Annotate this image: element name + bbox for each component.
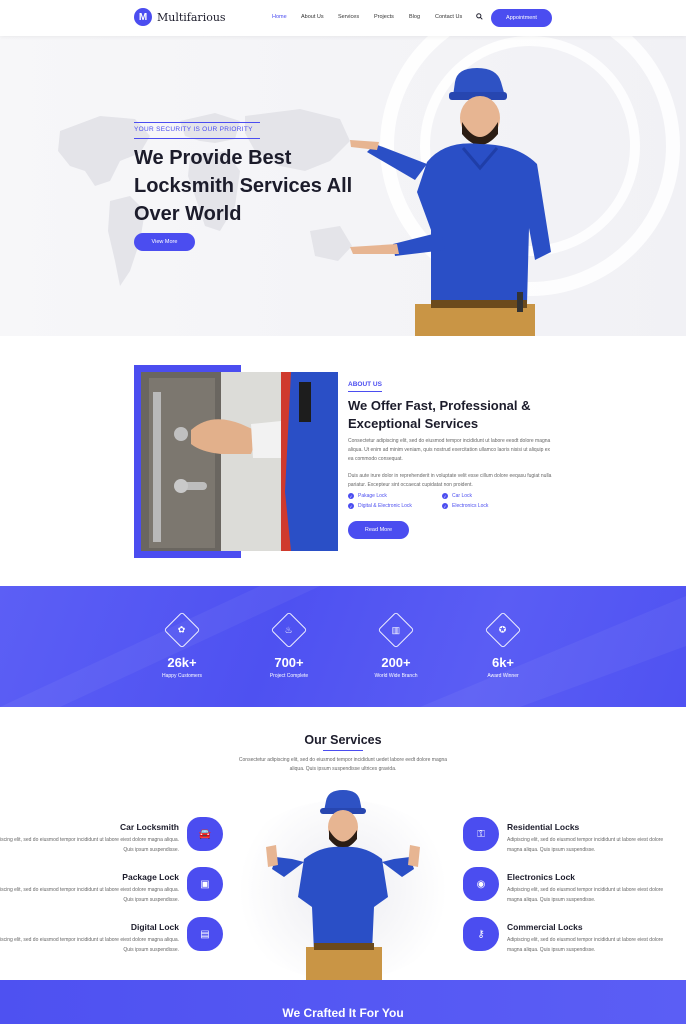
stat-label: Project Complete (269, 673, 309, 679)
view-more-button[interactable]: View More (134, 233, 195, 251)
package-icon: ▣ (187, 867, 223, 901)
car-icon: 🚘 (187, 817, 223, 851)
stat-world-wide-branch: ▥ 200+ World Wide Branch (351, 611, 441, 679)
check-label: Car Lock (452, 493, 473, 499)
locksmith-thumbs-up-image (266, 790, 420, 980)
check-label: Pakage Lock (358, 493, 387, 499)
check-label: Digital & Electronic Lock (358, 503, 412, 509)
check-icon: ✓ (348, 493, 354, 499)
stat-label: Award Winner (487, 673, 519, 679)
key-icon: ⚷ (463, 917, 499, 951)
hero-title: We Provide Best Locksmith Services All O… (134, 147, 353, 225)
stat-project-complete: ♨ 700+ Project Complete (244, 611, 334, 679)
hero-section: YOUR SECURITY IS OUR PRIORITY We Provide… (0, 36, 686, 336)
door-lock-photo (141, 372, 338, 551)
title-underline (323, 750, 363, 751)
stat-label: World Wide Branch (374, 673, 418, 679)
about-eyebrow: ABOUT US (348, 381, 382, 388)
stat-value: 26k+ (167, 655, 197, 670)
check-icon: ✓ (442, 503, 448, 509)
digital-lock-icon: ▤ (187, 917, 223, 951)
read-more-button[interactable]: Read More (348, 521, 409, 539)
service-car-locksmith[interactable]: Car Locksmith Adipiscing elit, sed do ei… (0, 822, 179, 855)
crafted-title: We Crafted It For You (282, 1006, 404, 1020)
check-item: ✓ Electronics Lock (442, 503, 542, 509)
logo[interactable]: M Multifarious (134, 8, 226, 26)
search-icon[interactable] (476, 13, 483, 20)
service-title: Electronics Lock (507, 872, 576, 882)
service-residential-locks[interactable]: Residential Locks Adipiscing elit, sed d… (507, 822, 667, 855)
about-paragraph: Duis aute irure dolor in reprehenderit i… (348, 473, 552, 488)
check-item: ✓ Pakage Lock (348, 493, 442, 499)
electronics-icon: ◉ (463, 867, 499, 901)
check-item: ✓ Digital & Electronic Lock (348, 503, 442, 509)
nav-contact-us[interactable]: Contact Us (435, 14, 462, 20)
stat-value: 6k+ (491, 655, 515, 670)
award-icon: ✪ (484, 611, 522, 649)
service-electronics-lock[interactable]: Electronics Lock Adipiscing elit, sed do… (507, 872, 667, 905)
service-digital-lock[interactable]: Digital Lock Adipiscing elit, sed do eiu… (0, 922, 179, 955)
service-text: Adipiscing elit, sed do eiusmod tempor i… (507, 937, 664, 953)
service-package-lock[interactable]: Package Lock Adipiscing elit, sed do eiu… (0, 872, 179, 905)
nav-blog[interactable]: Blog (409, 14, 420, 20)
eyebrow-line (134, 122, 260, 123)
door-lock-icon: ⚿ (463, 817, 499, 851)
building-icon: ▥ (377, 611, 415, 649)
service-text: Adipiscing elit, sed do eiusmod tempor i… (0, 937, 179, 953)
about-paragraph: Consectetur adipiscing elit, sed do eius… (348, 438, 551, 462)
logo-badge-icon: M (134, 8, 152, 26)
stat-value: 200+ (381, 655, 411, 670)
service-title: Digital Lock (130, 922, 179, 932)
check-icon: ✓ (348, 503, 354, 509)
eyebrow-line (348, 391, 382, 392)
brand-name: Multifarious (157, 10, 226, 24)
appointment-button[interactable]: Appointment (491, 9, 552, 27)
rocket-icon: ♨ (270, 611, 308, 649)
service-commercial-locks[interactable]: Commercial Locks Adipiscing elit, sed do… (507, 922, 667, 955)
stat-value: 700+ (274, 655, 304, 670)
top-navbar: M Multifarious Home About Us Services Pr… (0, 0, 686, 36)
services-subtitle: Consectetur adipiscing elit, sed do eius… (238, 757, 448, 772)
hero-eyebrow: YOUR SECURITY IS OUR PRIORITY (134, 126, 253, 133)
stat-award-winner: ✪ 6k+ Award Winner (458, 611, 548, 679)
service-text: Adipiscing elit, sed do eiusmod tempor i… (507, 837, 664, 853)
service-title: Package Lock (122, 872, 179, 882)
service-text: Adipiscing elit, sed do eiusmod tempor i… (0, 837, 179, 853)
service-text: Adipiscing elit, sed do eiusmod tempor i… (0, 887, 179, 903)
service-title: Residential Locks (507, 822, 580, 832)
service-title: Car Locksmith (119, 822, 179, 832)
stats-band: ✿ 26k+ Happy Customers ♨ 700+ Project Co… (0, 586, 686, 707)
stats-background-shapes (0, 586, 686, 707)
check-icon: ✓ (442, 493, 448, 499)
eyebrow-line (134, 138, 260, 139)
service-title: Commercial Locks (507, 922, 583, 932)
check-label: Electronics Lock (452, 503, 489, 509)
about-title: We Offer Fast, Professional & Exceptiona… (348, 398, 531, 431)
nav-home[interactable]: Home (272, 14, 287, 20)
nav-services[interactable]: Services (338, 14, 359, 20)
nav-about-us[interactable]: About Us (301, 14, 324, 20)
feature-checklist: ✓ Pakage Lock ✓ Car Lock ✓ Digital & Electr… (348, 493, 548, 509)
service-text: Adipiscing elit, sed do eiusmod tempor i… (507, 887, 664, 903)
stat-label: Happy Customers (161, 673, 202, 679)
nav-projects[interactable]: Projects (374, 14, 394, 20)
check-item: ✓ Car Lock (442, 493, 542, 499)
locksmith-hero-image (350, 68, 551, 336)
gear-icon: ✿ (163, 611, 201, 649)
stat-happy-customers: ✿ 26k+ Happy Customers (137, 611, 227, 679)
services-title: Our Services (304, 733, 382, 747)
